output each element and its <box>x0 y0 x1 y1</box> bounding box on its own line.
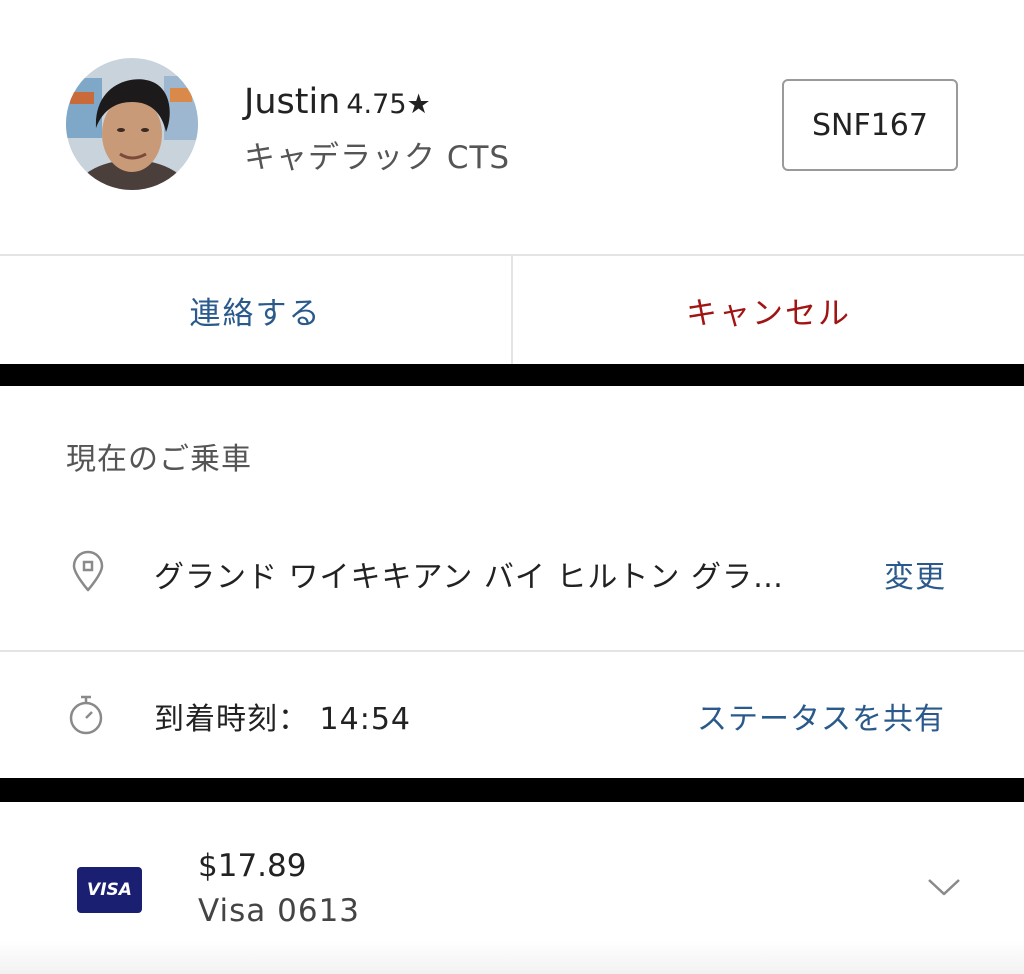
action-bar: 連絡する キャンセル <box>0 256 1024 364</box>
bottom-fade <box>0 940 1024 974</box>
cancel-button[interactable]: キャンセル <box>513 256 1024 364</box>
section-separator <box>0 778 1024 802</box>
driver-card: Justin 4.75★ キャデラック CTS SNF167 <box>0 0 1024 254</box>
eta-text: 到着時刻： 14:54 <box>154 694 411 738</box>
location-pin-icon <box>66 550 110 594</box>
driver-name: Justin <box>244 82 341 122</box>
eta-time: 14:54 <box>319 702 412 737</box>
destination-row[interactable]: グランド ワイキキアン バイ ヒルトン グラ… 変更 <box>0 528 1024 618</box>
change-destination-link[interactable]: 変更 <box>884 552 946 596</box>
fare-amount: $17.89 <box>198 848 307 884</box>
driver-rating: 4.75★ <box>346 89 431 120</box>
driver-avatar[interactable] <box>66 58 198 190</box>
driver-vehicle: キャデラック CTS <box>244 140 511 176</box>
visa-card-icon: VISA <box>77 867 142 913</box>
driver-name-row: Justin 4.75★ <box>244 82 431 122</box>
current-trip-title: 現在のご乗車 <box>66 442 252 477</box>
chevron-down-icon[interactable] <box>925 872 963 900</box>
payment-card-label: Visa 0613 <box>198 893 361 929</box>
share-status-link[interactable]: ステータスを共有 <box>697 694 945 738</box>
contact-button[interactable]: 連絡する <box>0 256 513 364</box>
eta-row: 到着時刻： 14:54 ステータスを共有 <box>0 670 1024 760</box>
stopwatch-icon <box>66 692 110 736</box>
eta-label: 到着時刻： <box>154 702 309 737</box>
destination-text: グランド ワイキキアン バイ ヒルトン グラ… <box>154 560 784 595</box>
divider <box>0 650 1024 652</box>
section-separator <box>0 364 1024 386</box>
license-plate: SNF167 <box>782 79 958 171</box>
